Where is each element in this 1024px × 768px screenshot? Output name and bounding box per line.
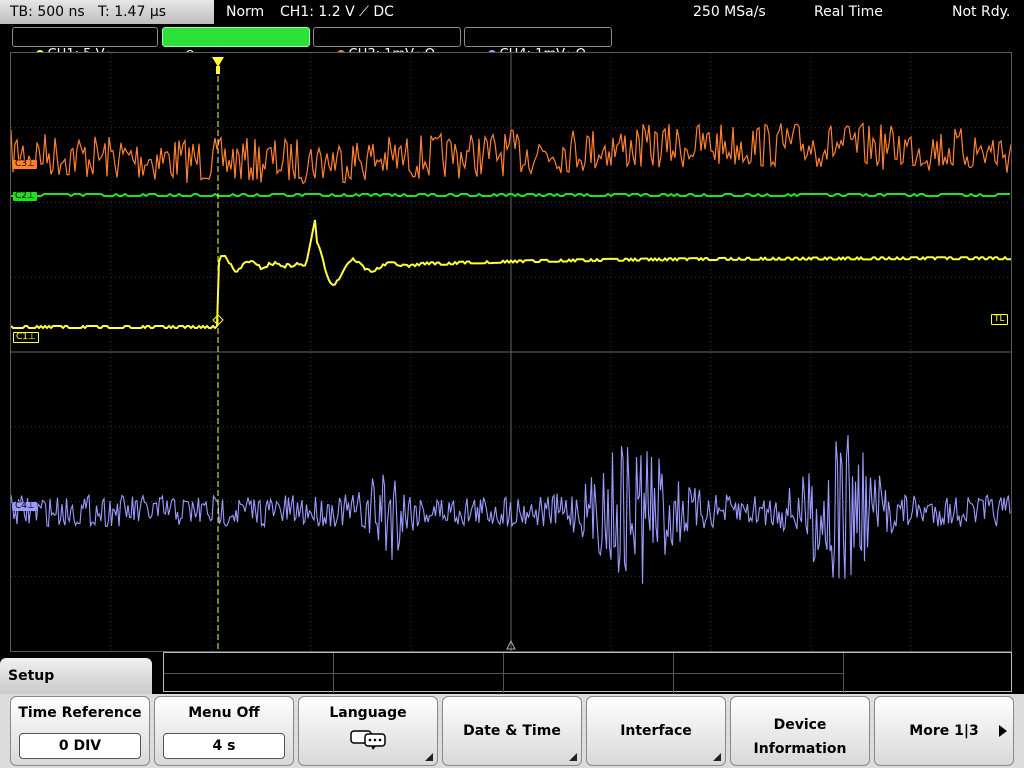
trigger-position-icon[interactable]	[212, 57, 224, 67]
menu-off-label: Menu Off	[188, 705, 260, 721]
measurement-cell	[164, 673, 334, 693]
graticule-grid	[11, 53, 1011, 651]
device-information-line1: Device	[773, 717, 827, 733]
language-label: Language	[329, 705, 407, 721]
status-bar: TB: 500 ns T: 1.47 µs Norm CH1: 1.2 V ⟋ …	[0, 0, 1024, 24]
submenu-indicator-icon	[569, 753, 577, 761]
channel-tab-ch1[interactable]: CH1: 5 V≃	[12, 27, 158, 62]
waveform-canvas	[11, 53, 1011, 651]
menu-off-value: 4 s	[163, 733, 285, 759]
measurement-panel	[163, 652, 1012, 693]
measurement-cell	[674, 653, 844, 673]
channel-tab-ch2[interactable]: CH2: 20 mV≃Ω	[162, 27, 310, 62]
device-information-softkey[interactable]: Device Information	[730, 696, 870, 766]
ch3-ground-marker[interactable]: C3⊥	[13, 160, 37, 169]
measurement-cell	[334, 673, 504, 693]
date-time-softkey[interactable]: Date & Time	[442, 696, 582, 766]
waveform-display[interactable]: C3⊥ C2⊥ C1⊥ C4⊥ TL	[10, 52, 1012, 652]
date-time-label: Date & Time	[463, 723, 561, 739]
interface-softkey[interactable]: Interface	[586, 696, 726, 766]
time-reference-label: Time Reference	[18, 705, 142, 721]
measurement-cell	[334, 653, 504, 673]
ch4-ground-marker[interactable]: C4⊥	[13, 502, 37, 511]
acquisition-mode: Real Time	[814, 4, 883, 20]
channel-tab-ch3[interactable]: CH3: 1mV≃Ω	[313, 27, 461, 62]
softkey-bar: Time Reference 0 DIV Menu Off 4 s Langua…	[0, 694, 1024, 768]
measurement-cell	[164, 653, 334, 673]
trigger-level-marker[interactable]: TL	[991, 314, 1008, 325]
language-softkey[interactable]: Language	[298, 696, 438, 766]
ch2-ground-marker[interactable]: C2⊥	[13, 192, 37, 201]
time-reference-softkey[interactable]: Time Reference 0 DIV	[10, 696, 150, 766]
ch1-ground-marker[interactable]: C1⊥	[13, 332, 39, 343]
time-reference-value: 0 DIV	[19, 733, 141, 759]
trigger-mode: Norm	[226, 4, 265, 20]
sample-rate: 250 MSa/s	[693, 4, 766, 20]
channel-tab-ch4[interactable]: CH4: 1mV≃Ω	[464, 27, 612, 62]
submenu-indicator-icon	[713, 753, 721, 761]
channel-bar: CH1: 5 V≃ CH2: 20 mV≃Ω CH3: 1mV≃Ω CH4: 1…	[0, 25, 1024, 62]
acquisition-state: Not Rdy.	[952, 4, 1011, 20]
measurement-cell	[504, 653, 674, 673]
speech-bubbles-icon	[350, 730, 386, 750]
trigger-position-stem	[216, 66, 220, 74]
measurement-cell	[504, 673, 674, 693]
more-softkey[interactable]: More 1|3	[874, 696, 1014, 766]
setup-menu-title: Setup	[0, 658, 152, 696]
submenu-indicator-icon	[425, 753, 433, 761]
menu-off-softkey[interactable]: Menu Off 4 s	[154, 696, 294, 766]
device-information-line2: Information	[753, 741, 847, 757]
measurement-cell	[674, 673, 844, 693]
more-label: More 1|3	[909, 723, 979, 739]
next-page-icon	[999, 725, 1007, 737]
timebase-readout[interactable]: TB: 500 ns T: 1.47 µs	[0, 0, 214, 24]
interface-label: Interface	[620, 723, 692, 739]
trigger-readout[interactable]: CH1: 1.2 V ⟋ DC	[280, 0, 394, 24]
